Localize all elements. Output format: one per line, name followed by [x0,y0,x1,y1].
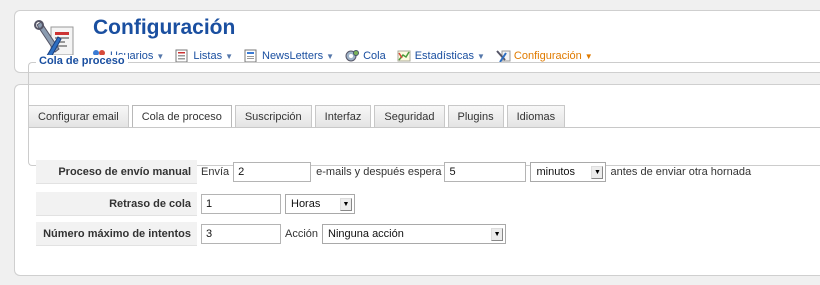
app-title: Configuración [93,16,236,39]
menu-label-estadisticas: Estadísticas [414,50,474,62]
send-suffix-text: antes de enviar otra hornada [610,166,752,178]
select-arrow-icon: ▼ [591,166,604,179]
chevron-down-icon: ▼ [477,51,485,61]
send-middle-text: e-mails y después espera [316,166,442,178]
manual-send-values: Envía e-mails y después espera minutos ▼… [197,160,751,184]
queue-delay-row: Retraso de cola Horas ▼ [36,192,355,216]
select-arrow-icon: ▼ [340,198,352,211]
action-select-value: Ninguna acción [328,228,404,240]
newsletter-icon [243,49,259,63]
max-attempts-input[interactable] [201,224,281,244]
menu-label-newsletters: NewsLetters [262,50,324,62]
queue-settings-fieldset [28,62,820,166]
chevron-down-icon: ▼ [326,51,335,61]
action-select[interactable]: Ninguna acción ▼ [322,224,507,244]
wait-unit-select[interactable]: minutos ▼ [530,162,607,182]
menu-label-listas: Listas [193,50,223,62]
queue-delay-label: Retraso de cola [36,192,197,216]
wait-unit-value: minutos [536,166,576,178]
max-attempts-row: Número máximo de intentos Acción Ninguna… [36,222,507,246]
chevron-down-icon: ▼ [584,51,593,61]
menu-label-cola: Cola [363,50,386,62]
menu-item-estadisticas[interactable]: Estadísticas ▼ [396,49,485,63]
list-icon [174,49,190,63]
chevron-down-icon: ▼ [156,51,165,61]
max-attempts-values: Acción Ninguna acción ▼ [197,222,507,246]
manual-send-label: Proceso de envío manual [36,160,197,184]
wait-time-input[interactable] [444,162,527,182]
menu-label-configuracion: Configuración [513,50,582,62]
queue-delay-unit-select[interactable]: Horas ▼ [285,194,355,214]
menu-item-newsletters[interactable]: NewsLetters ▼ [243,49,334,63]
configuration-icon [495,49,511,63]
queue-delay-unit-value: Horas [291,198,321,210]
queue-icon [344,49,360,63]
statistics-icon [396,49,412,63]
send-prefix-text: Envía [201,166,230,178]
manual-send-row: Proceso de envío manual Envía e-mails y … [36,160,751,184]
queue-delay-input[interactable] [201,194,281,214]
fieldset-legend: Cola de proceso [36,55,128,67]
menu-item-listas[interactable]: Listas ▼ [174,49,233,63]
chevron-down-icon: ▼ [225,51,233,61]
select-arrow-icon: ▼ [491,228,504,241]
menu-item-configuracion[interactable]: Configuración ▼ [495,49,593,63]
menu-item-cola[interactable]: Cola [344,49,386,63]
queue-delay-values: Horas ▼ [197,192,355,216]
emails-per-batch-input[interactable] [233,162,312,182]
max-attempts-label: Número máximo de intentos [36,222,197,246]
action-label: Acción [285,228,319,240]
